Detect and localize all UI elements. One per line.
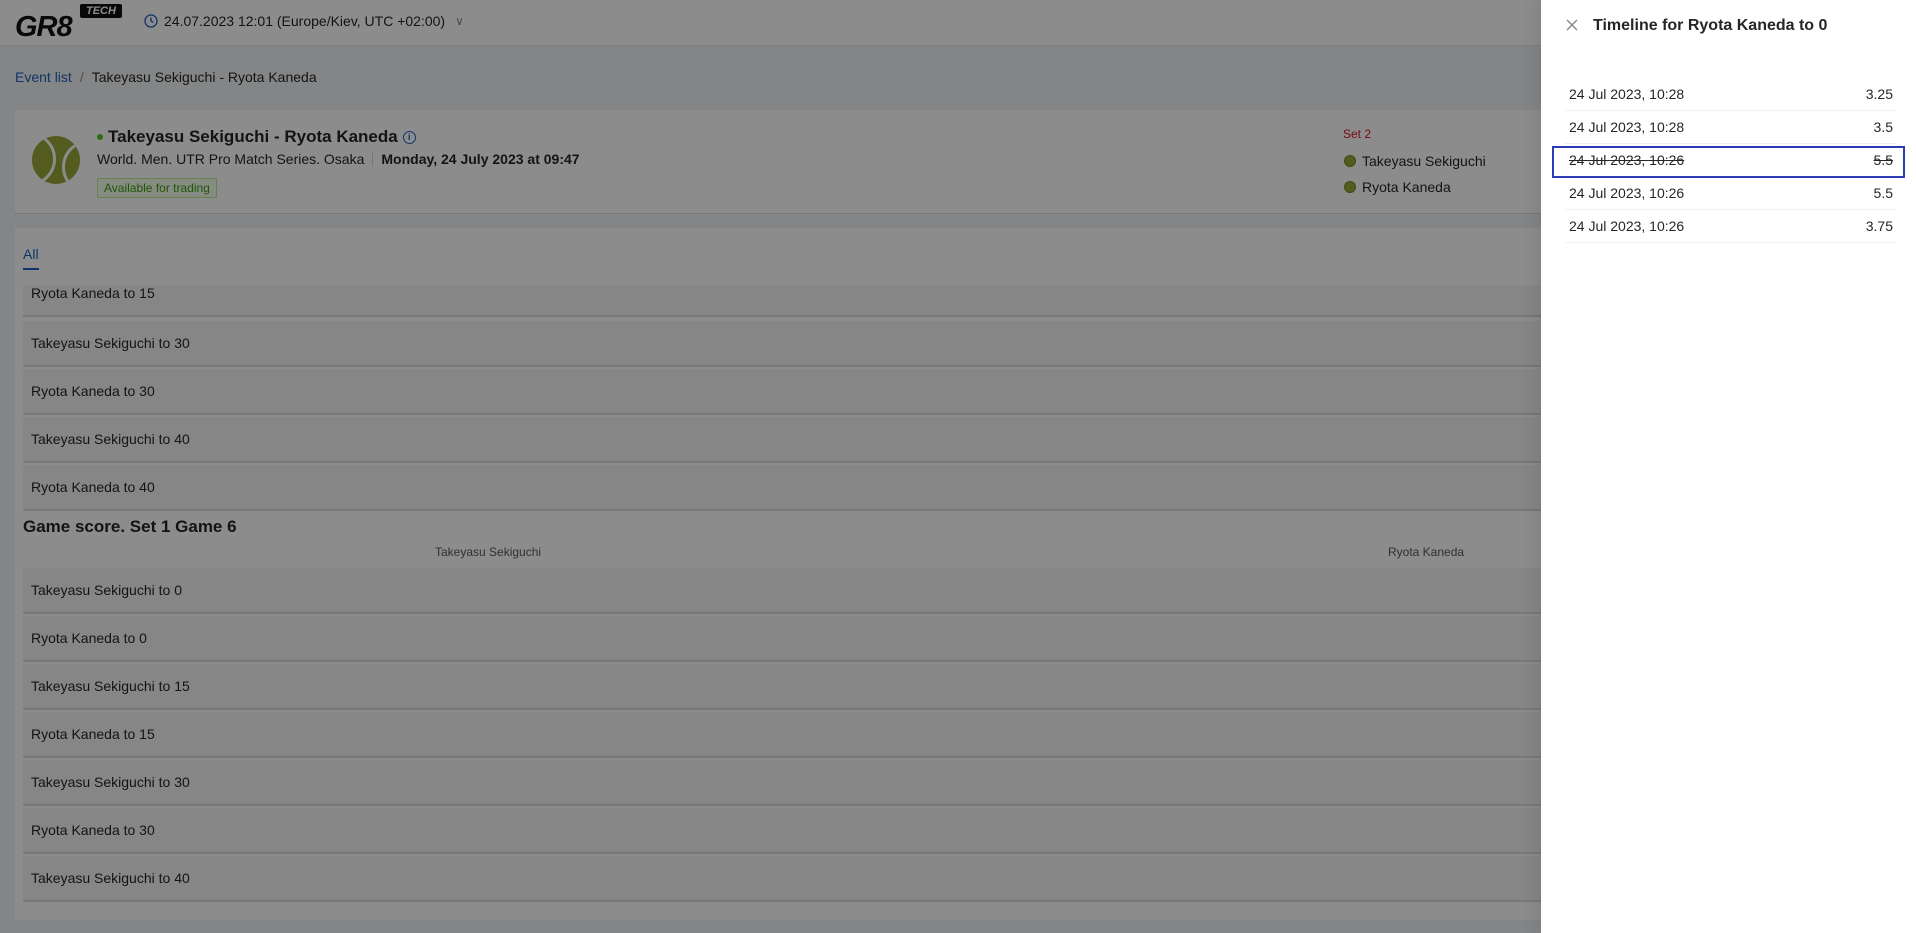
timeline-time: 24 Jul 2023, 10:26 (1569, 218, 1685, 234)
timeline-time: 24 Jul 2023, 10:26 (1569, 185, 1685, 201)
timeline-row: 24 Jul 2023, 10:28 3.5 (1565, 111, 1897, 144)
timeline-time: 24 Jul 2023, 10:26 (1569, 152, 1685, 168)
timeline-time: 24 Jul 2023, 10:28 (1569, 119, 1685, 135)
timeline-odds: 5.5 (1873, 185, 1893, 201)
timeline-row: 24 Jul 2023, 10:26 3.75 (1565, 210, 1897, 243)
timeline-odds: 5.5 (1873, 152, 1893, 168)
timeline-odds: 3.5 (1873, 119, 1893, 135)
timeline-row: 24 Jul 2023, 10:28 3.25 (1565, 78, 1897, 111)
timeline-row: 24 Jul 2023, 10:26 5.5 (1565, 177, 1897, 210)
timeline-odds: 3.75 (1865, 218, 1893, 234)
timeline-time: 24 Jul 2023, 10:28 (1569, 86, 1685, 102)
timeline-odds: 3.25 (1865, 86, 1893, 102)
timeline-row-struck: 24 Jul 2023, 10:26 5.5 (1565, 144, 1897, 177)
drawer-title: Timeline for Ryota Kaneda to 0 (1593, 17, 1828, 34)
close-icon[interactable] (1564, 17, 1580, 33)
timeline-drawer: Timeline for Ryota Kaneda to 0 24 Jul 20… (1541, 0, 1916, 933)
